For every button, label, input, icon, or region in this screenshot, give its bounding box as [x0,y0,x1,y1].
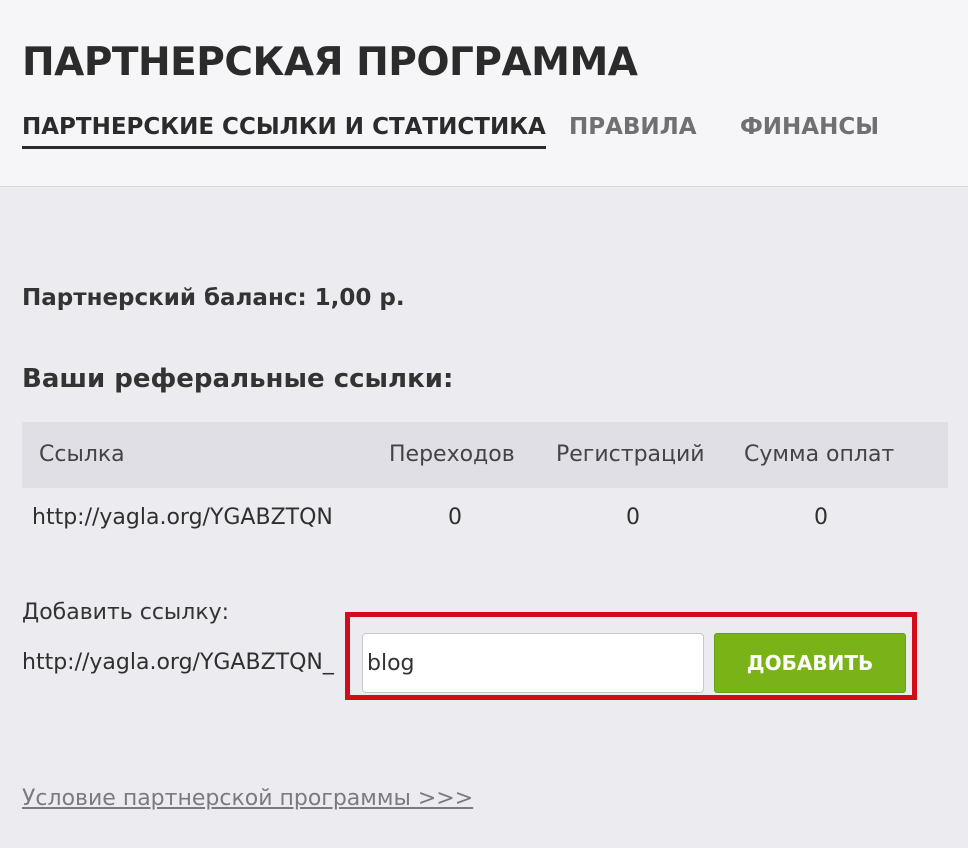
add-link-label: Добавить ссылку: [22,600,230,625]
cell-link[interactable]: http://yagla.org/YGABZTQN [32,505,333,530]
cell-payments: 0 [814,505,828,530]
add-link-button[interactable]: ДОБАВИТЬ [714,633,906,693]
column-header-link: Ссылка [39,442,125,467]
column-header-payments: Сумма оплат [744,442,895,467]
tab-referral-links[interactable]: ПАРТНЕРСКИЕ ССЫЛКИ И СТАТИСТИКА [22,114,546,149]
partner-balance: Партнерский баланс: 1,00 р. [22,285,405,311]
link-suffix-input[interactable] [362,633,704,693]
page-title: ПАРТНЕРСКАЯ ПРОГРАММА [22,40,638,85]
header: ПАРТНЕРСКАЯ ПРОГРАММА ПАРТНЕРСКИЕ ССЫЛКИ… [0,0,968,187]
cell-clicks: 0 [448,505,462,530]
cell-registrations: 0 [626,505,640,530]
referral-links-title: Ваши реферальные ссылки: [22,364,454,394]
tab-rules[interactable]: ПРАВИЛА [569,114,697,140]
link-prefix: http://yagla.org/YGABZTQN_ [22,650,334,675]
terms-link[interactable]: Условие партнерской программы >>> [22,786,473,811]
table-header: Ссылка Переходов Регистраций Сумма оплат [22,422,948,488]
tab-finance[interactable]: ФИНАНСЫ [740,114,879,140]
column-header-clicks: Переходов [389,442,515,467]
column-header-registrations: Регистраций [556,442,705,467]
